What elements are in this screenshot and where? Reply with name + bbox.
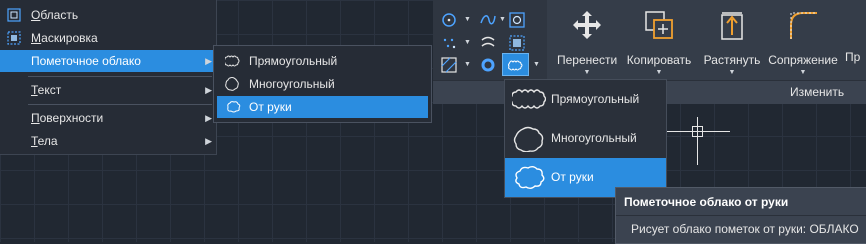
spline-icon[interactable] xyxy=(480,12,496,28)
chevron-down-icon[interactable]: ▼ xyxy=(464,61,471,68)
submenu-item-label: Многоугольный xyxy=(249,77,335,91)
stretch-tool[interactable]: Растянуть ▼ xyxy=(697,9,767,76)
draw-context-menu: Область Маскировка Пометочное облако ▶ Т… xyxy=(0,0,217,155)
submenu-arrow-icon: ▶ xyxy=(205,135,212,146)
submenu-item-freehand[interactable]: От руки xyxy=(217,96,428,118)
menu-separator xyxy=(28,76,212,77)
circle-icon[interactable] xyxy=(441,12,457,28)
stretch-label: Растянуть xyxy=(703,53,761,67)
flyout-item-rectangular[interactable]: Прямоугольный xyxy=(505,80,666,119)
revision-cloud-icon xyxy=(508,60,523,71)
fillet-label: Сопряжение xyxy=(768,53,838,67)
move-icon xyxy=(573,11,601,39)
copy-icon xyxy=(645,11,673,39)
array-label: Пр xyxy=(845,50,861,64)
submenu-arrow-icon: ▶ xyxy=(205,112,212,123)
donut-icon[interactable] xyxy=(480,57,496,73)
tooltip-title: Пометочное облако от руки xyxy=(624,195,789,209)
menu-item-label: Тела xyxy=(31,134,58,148)
submenu-item-label: От руки xyxy=(249,100,292,114)
fillet-tool[interactable]: Сопряжение ▼ xyxy=(763,9,843,76)
chevron-down-icon[interactable]: ▼ xyxy=(557,69,617,76)
chevron-down-icon[interactable]: ▼ xyxy=(499,16,506,23)
menu-item-label: Маскировка xyxy=(31,31,98,45)
menu-item-label: Поверхности xyxy=(31,111,104,125)
chevron-down-icon[interactable]: ▼ xyxy=(697,69,767,76)
tooltip: Пометочное облако от руки Рисует облако … xyxy=(615,187,866,244)
submenu-item-rectangular[interactable]: Прямоугольный xyxy=(217,50,428,72)
wipeout-icon xyxy=(7,31,21,45)
array-tool[interactable]: Пр xyxy=(843,9,866,64)
submenu-arrow-icon: ▶ xyxy=(205,84,212,95)
menu-item-label: Пометочное облако xyxy=(31,54,141,68)
ellipse-icon[interactable] xyxy=(441,35,457,51)
menu-item-wipeout[interactable]: Маскировка xyxy=(0,27,216,49)
copy-label: Копировать xyxy=(626,53,692,67)
freehand-revcloud-icon xyxy=(515,166,545,189)
wipeout-icon[interactable] xyxy=(509,35,525,51)
panel-title: Изменить xyxy=(790,85,845,99)
region-icon xyxy=(7,8,21,22)
move-label: Перенести xyxy=(557,53,618,67)
flyout-item-label: От руки xyxy=(551,170,594,184)
submenu-arrow-icon: ▶ xyxy=(205,55,212,66)
revision-cloud-submenu: Прямоугольный Многоугольный От руки xyxy=(213,45,432,123)
copy-tool[interactable]: Копировать ▼ xyxy=(621,9,697,76)
tooltip-description: Рисует облако пометок от руки: ОБЛАКО xyxy=(631,222,859,236)
menu-item-revision-cloud[interactable]: Пометочное облако ▶ xyxy=(0,50,216,72)
submenu-item-polygonal[interactable]: Многоугольный xyxy=(217,73,428,95)
revision-cloud-flyout: Прямоугольный Многоугольный От руки xyxy=(504,79,667,198)
chevron-down-icon[interactable]: ▼ xyxy=(763,69,843,76)
menu-item-label: Область xyxy=(31,8,79,22)
stretch-icon xyxy=(721,12,743,40)
chevron-down-icon[interactable]: ▼ xyxy=(464,16,471,23)
freehand-revcloud-icon xyxy=(227,101,241,113)
hatch-icon[interactable] xyxy=(441,57,457,73)
flyout-item-label: Прямоугольный xyxy=(551,92,640,106)
polyline-icon[interactable] xyxy=(480,35,496,51)
menu-item-label: Текст xyxy=(31,83,62,97)
submenu-item-label: Прямоугольный xyxy=(249,54,338,68)
hatch-boundary-icon[interactable] xyxy=(509,12,525,28)
menu-item-region[interactable]: Область xyxy=(0,4,216,26)
menu-item-text[interactable]: Текст ▶ xyxy=(0,79,216,101)
menu-separator xyxy=(28,104,212,105)
chevron-down-icon[interactable]: ▼ xyxy=(464,39,471,46)
rectangular-revcloud-icon xyxy=(512,89,546,109)
polygonal-revcloud-icon xyxy=(513,126,544,152)
rectangular-revcloud-icon xyxy=(225,55,240,67)
menu-item-solids[interactable]: Тела ▶ xyxy=(0,130,216,152)
move-tool[interactable]: Перенести ▼ xyxy=(557,9,617,76)
fillet-icon xyxy=(790,12,817,39)
flyout-item-label: Многоугольный xyxy=(551,131,637,145)
chevron-down-icon[interactable]: ▼ xyxy=(533,61,540,68)
array-icon xyxy=(843,9,866,41)
menu-item-surfaces[interactable]: Поверхности ▶ xyxy=(0,107,216,129)
tooltip-separator xyxy=(616,215,866,216)
revision-cloud-button-active[interactable] xyxy=(502,53,529,76)
flyout-item-polygonal[interactable]: Многоугольный xyxy=(505,119,666,158)
chevron-down-icon[interactable]: ▼ xyxy=(621,69,697,76)
polygonal-revcloud-icon xyxy=(225,77,239,91)
